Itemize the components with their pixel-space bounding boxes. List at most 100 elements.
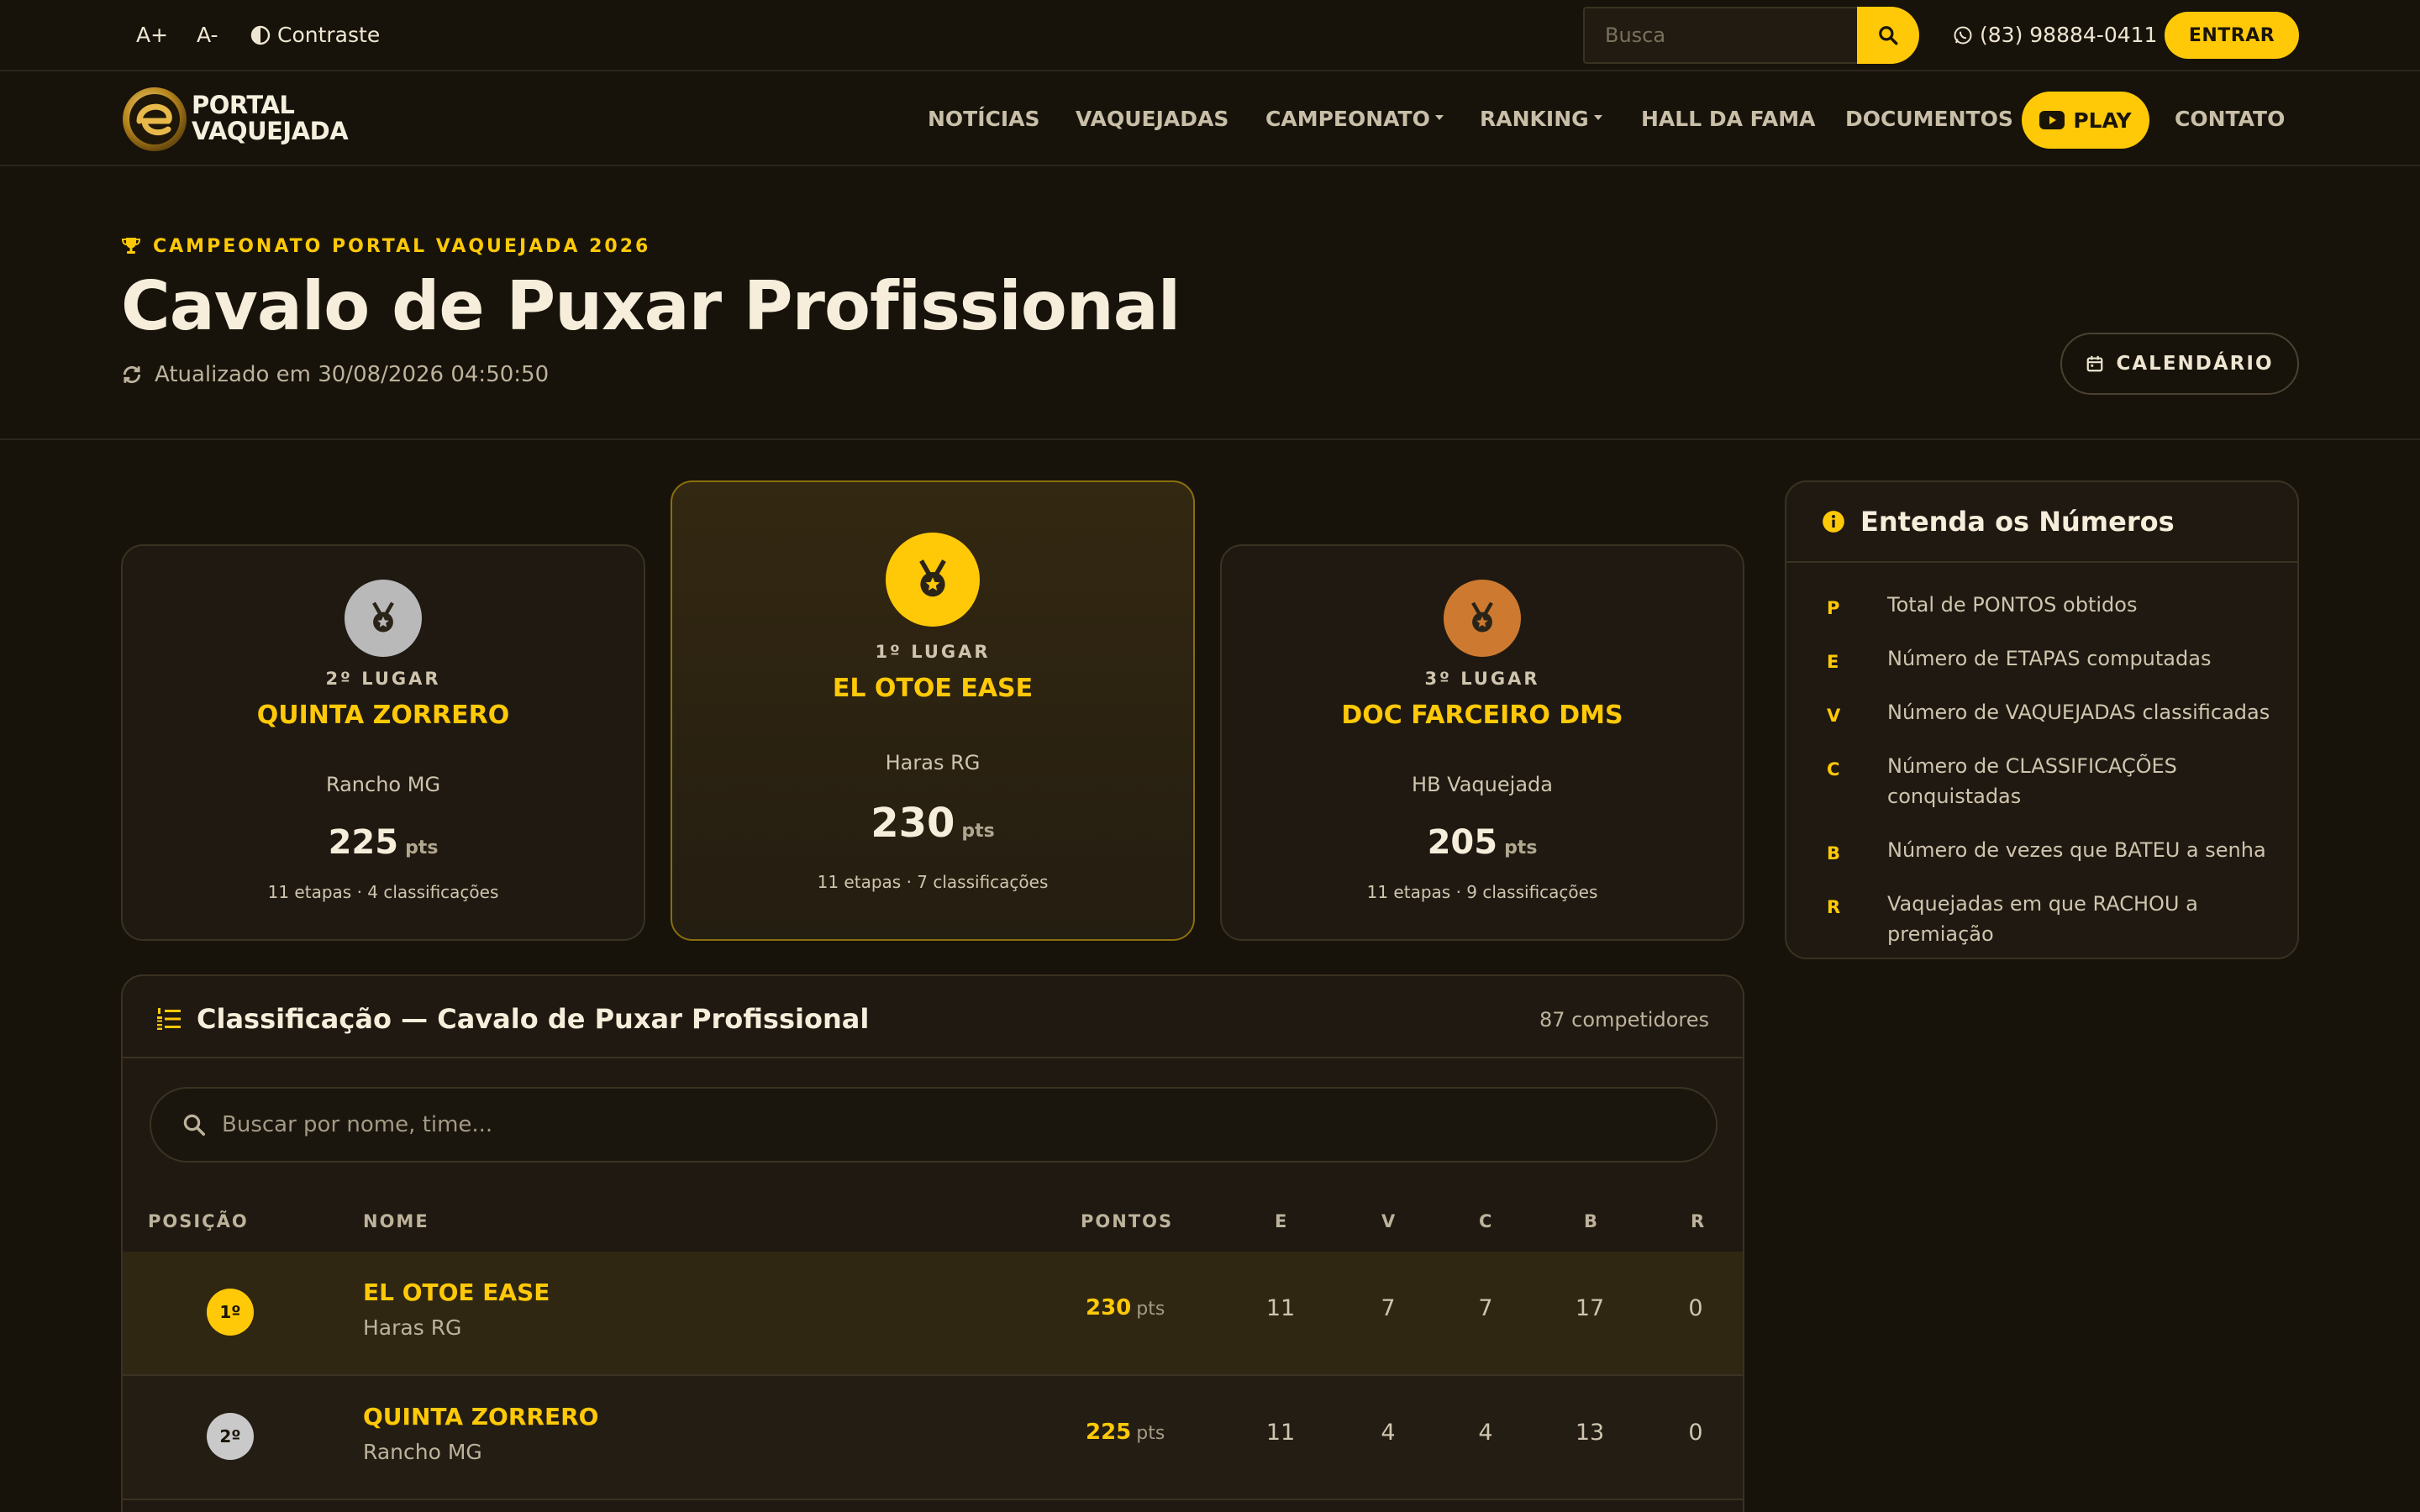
podium-card-first[interactable]: 1º LUGAR EL OTOE EASE Haras RG 230 pts 11… [671,480,1195,941]
nav-label: CONTATO [2175,107,2286,131]
legend-key: B [1827,843,1841,864]
phone-link[interactable]: (83) 98884-0411 [1953,18,2157,52]
caret-down-icon [1434,115,1444,120]
gold-medal-icon [886,533,980,627]
bronze-medal-icon [1444,580,1521,657]
competitor-count: 87 competidores [1539,1008,1709,1032]
podium-position-label: 1º LUGAR [875,642,991,662]
cell-r: 0 [1688,1295,1703,1321]
championship-kicker: CAMPEONATO PORTAL VAQUEJADA 2026 [121,234,650,259]
podium-points-unit: pts [1504,837,1538,858]
legend-key: V [1827,706,1841,726]
ranking-search-input[interactable] [222,1089,1684,1161]
nav-documentos[interactable]: DOCUMENTOS [1845,106,2013,133]
competitor-points: 230 pts [1086,1295,1220,1320]
competitor-team: Rancho MG [363,1440,482,1464]
column-header-pontos[interactable]: PONTOS [1081,1211,1173,1231]
cell-v: 4 [1381,1420,1396,1446]
site-search-input[interactable] [1585,8,1859,62]
ranking-title-wrap: Classificação — Cavalo de Puxar Profissi… [156,1003,869,1035]
calendar-icon [2087,355,2103,372]
podium-points-value: 225 [328,823,399,862]
podium-points-unit: pts [961,821,995,842]
nav-label: CAMPEONATO [1265,107,1430,131]
header-divider [0,438,2420,440]
contrast-toggle[interactable]: Contraste [250,18,380,52]
podium-team: Rancho MG [325,773,441,796]
legend-text: Vaquejadas em que RACHOU a premiação [1887,892,2198,946]
podium-team: HB Vaquejada [1412,773,1553,796]
column-header-b[interactable]: B [1584,1211,1599,1231]
legend-text: Número de CLASSIFICAÇÕES conquistadas [1887,754,2177,808]
site-search-button[interactable] [1857,7,1919,64]
whatsapp-icon [1954,26,1972,45]
nav-vaquejadas[interactable]: VAQUEJADAS [1076,106,1228,133]
last-updated-text: Atualizado em 30/08/2026 04:50:50 [155,362,550,387]
cell-e: 11 [1265,1295,1296,1321]
legend-text: Número de ETAPAS computadas [1887,647,2212,670]
nav-play-button[interactable]: PLAY [2022,92,2149,149]
cell-v: 7 [1381,1295,1396,1321]
legend-title: Entenda os Números [1860,506,2175,538]
table-row[interactable]: 1º EL OTOE EASE Haras RG 230 pts 11 7 7 1… [123,1252,1743,1374]
login-button[interactable]: ENTRAR [2165,12,2299,59]
competitor-team: Haras RG [363,1315,462,1340]
podium-stats: 11 etapas · 7 classificações [817,872,1049,892]
contrast-icon [250,25,271,45]
podium-points-value: 205 [1427,823,1498,862]
legend-text: Número de VAQUEJADAS classificadas [1887,701,2270,724]
youtube-icon [2039,111,2065,129]
ranking-search [150,1087,1718,1163]
column-header-r[interactable]: R [1691,1211,1706,1231]
calendar-button[interactable]: CALENDÁRIO [2060,333,2299,395]
nav-ranking-dropdown[interactable]: RANKING [1480,106,1602,133]
podium-card-second[interactable]: 2º LUGAR QUINTA ZORRERO Rancho MG 225 pts… [121,544,645,941]
caret-down-icon [1593,115,1602,120]
row-divider [123,1499,1743,1500]
logo-wordmark[interactable]: PORTAL VAQUEJADA [192,91,349,145]
nav-label: HALL DA FAMA [1641,107,1816,131]
portal-vaquejada-logo[interactable] [121,86,188,153]
podium-card-third[interactable]: 3º LUGAR DOC FARCEIRO DMS HB Vaquejada 2… [1220,544,1744,941]
podium-stats: 11 etapas · 4 classificações [267,882,499,902]
nav-hall-da-fama[interactable]: HALL DA FAMA [1641,106,1815,133]
column-header-v[interactable]: V [1381,1211,1397,1231]
refresh-icon [123,365,141,384]
cell-c: 4 [1478,1420,1493,1446]
numbers-legend-card: Entenda os Números P Total de PONTOS obti… [1785,480,2299,959]
cell-e: 11 [1265,1420,1296,1446]
competitor-name[interactable]: QUINTA ZORRERO [363,1403,598,1431]
nav-campeonato-dropdown[interactable]: CAMPEONATO [1265,106,1444,133]
site-search [1583,7,1919,64]
legend-header: Entenda os Números [1786,482,2297,563]
position-badge: 1º [207,1289,254,1336]
column-header-e[interactable]: E [1275,1211,1288,1231]
ranking-card: Classificação — Cavalo de Puxar Profissi… [121,974,1744,1512]
nav-label: NOTÍCIAS [928,107,1040,131]
nav-label: PLAY [2073,108,2132,133]
last-updated: Atualizado em 30/08/2026 04:50:50 [121,361,549,388]
legend-key: P [1827,598,1840,618]
column-header-c[interactable]: C [1479,1211,1493,1231]
nav-noticias[interactable]: NOTÍCIAS [928,106,1040,133]
info-icon [1823,511,1844,533]
legend-key: C [1827,759,1840,780]
font-increase-button[interactable]: A+ [136,18,168,52]
cell-b: 17 [1575,1295,1605,1321]
search-icon [1879,26,1898,45]
font-decrease-button[interactable]: A- [197,18,218,52]
podium-competitor-name: EL OTOE EASE [832,674,1034,703]
logo-line-2: VAQUEJADA [192,117,349,145]
podium-position-label: 3º LUGAR [1424,669,1540,689]
podium-points: 230 pts [672,800,1193,847]
points-value: 225 [1086,1420,1132,1445]
legend-key: R [1827,897,1841,917]
column-header-posicao[interactable]: POSIÇÃO [148,1211,249,1231]
table-row[interactable]: 2º QUINTA ZORRERO Rancho MG 225 pts 11 4 … [123,1376,1743,1499]
logo-line-1: PORTAL [192,91,295,119]
competitor-name[interactable]: EL OTOE EASE [363,1278,550,1306]
podium-points-unit: pts [405,837,439,858]
nav-contato[interactable]: CONTATO [2175,106,2285,133]
column-header-nome[interactable]: NOME [363,1211,429,1231]
contrast-label: Contraste [277,23,381,47]
